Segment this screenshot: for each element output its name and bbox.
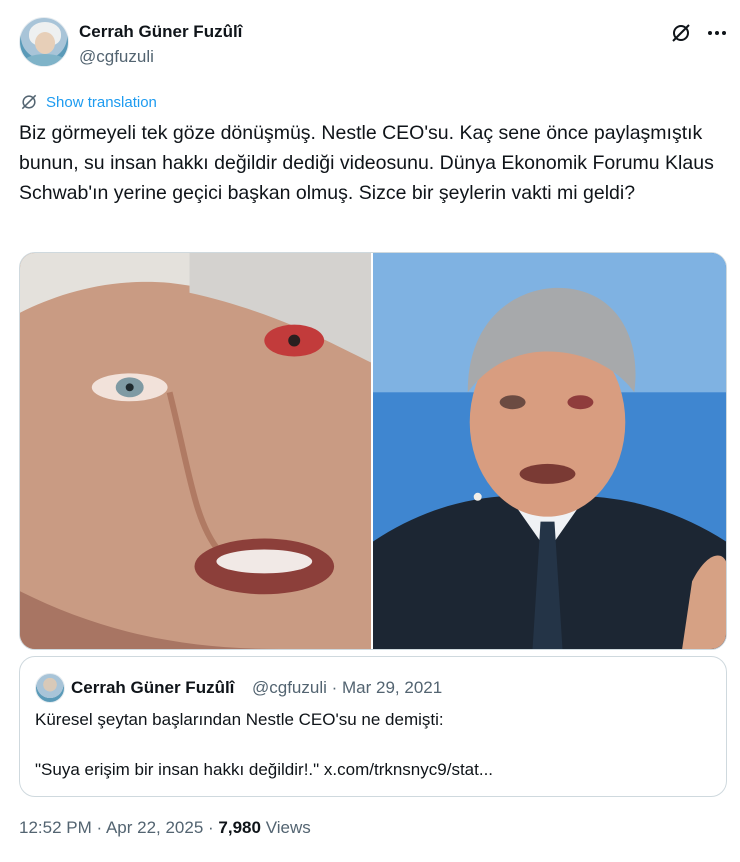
quoted-author-name: Cerrah Güner Fuzûlî [71, 678, 235, 697]
photo-1-image [20, 253, 371, 649]
show-translation-label[interactable]: Show translation [46, 94, 157, 111]
author-handle[interactable]: @cgfuzuli [79, 47, 154, 67]
quoted-author-avatar [35, 673, 65, 703]
tweet-footer: 12:52 PM · Apr 22, 2025 · 7,980 Views [19, 818, 311, 838]
translate-icon [21, 94, 37, 110]
avatar-face [35, 32, 55, 54]
footer-separator-2: · [203, 818, 219, 837]
avatar-coat [22, 54, 68, 66]
tweet-date[interactable]: Apr 22, 2025 [106, 818, 203, 837]
footer-separator-1: · [91, 818, 106, 837]
tweet-header: Cerrah Güner Fuzûlî @cgfuzuli [19, 17, 729, 73]
tweet-text: Biz görmeyeli tek göze dönüşmüş. Nestle … [19, 122, 714, 204]
media-grid [19, 252, 727, 650]
quoted-text-line-2: "Suya erişim bir insan hakkı değildir!."… [35, 760, 494, 779]
more-options-icon[interactable] [705, 21, 729, 45]
quoted-author-meta: @cgfuzuli · Mar 29, 2021 [252, 678, 443, 697]
show-translation-link[interactable]: Show translation [19, 91, 157, 113]
quoted-tweet[interactable]: Cerrah Güner Fuzûlî @cgfuzuli · Mar 29, … [19, 656, 727, 797]
author-avatar[interactable] [19, 17, 69, 67]
views-label: Views [265, 818, 311, 837]
photo-2-image [373, 253, 726, 649]
views-count: 7,980 [218, 818, 261, 837]
grok-icon[interactable] [669, 21, 693, 45]
quoted-text-line-1: Küresel şeytan başlarından Nestle CEO'su… [35, 710, 444, 729]
tweet-photo-1[interactable] [20, 253, 371, 649]
author-display-name[interactable]: Cerrah Güner Fuzûlî [79, 22, 242, 42]
tweet-time[interactable]: 12:52 PM [19, 818, 92, 837]
tweet-photo-2[interactable] [373, 253, 726, 649]
